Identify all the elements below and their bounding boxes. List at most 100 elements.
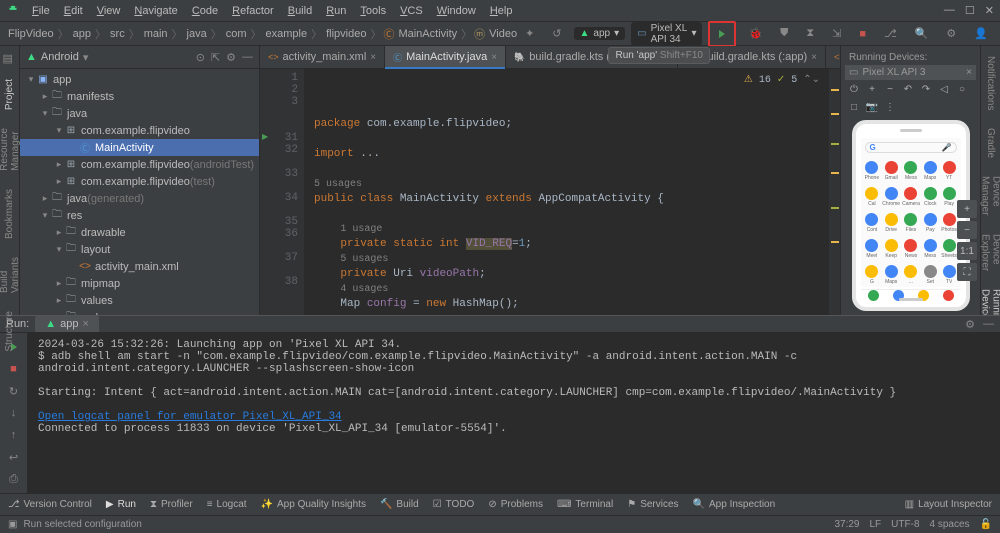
menu-refactor[interactable]: Refactor bbox=[226, 3, 280, 19]
tree-item-java[interactable]: ▾🗀java bbox=[20, 105, 259, 122]
tool-services[interactable]: ⚑ Services bbox=[627, 499, 678, 510]
breadcrumb-item[interactable]: MainActivity bbox=[396, 28, 459, 40]
app-icon[interactable]: Cal bbox=[864, 185, 881, 209]
status-indicator-icon[interactable]: ▣ bbox=[8, 519, 17, 530]
app-grid[interactable]: PhoneGmailMessMapsYTCalChromeCameraClock… bbox=[861, 157, 961, 289]
tool-run[interactable]: ▶ Run bbox=[106, 499, 136, 510]
chevron-right-icon[interactable]: ▸ bbox=[40, 193, 50, 204]
app-icon[interactable]: Set bbox=[922, 263, 939, 287]
app-icon[interactable]: Mess bbox=[922, 237, 939, 261]
project-tool-button[interactable]: Project bbox=[4, 75, 15, 114]
app-icon[interactable]: ... bbox=[902, 263, 920, 287]
volume-down-icon[interactable]: − bbox=[883, 82, 897, 96]
error-stripe[interactable] bbox=[828, 69, 840, 315]
menu-run[interactable]: Run bbox=[320, 3, 352, 19]
structure-tool-button[interactable]: Structure bbox=[4, 307, 15, 356]
chevron-right-icon[interactable]: ▸ bbox=[54, 159, 64, 170]
device-select[interactable]: ▭ Pixel XL API 34 ▾ bbox=[631, 22, 702, 46]
run-button[interactable] bbox=[713, 25, 731, 43]
editor-tab[interactable]: <>activity_main.xml× bbox=[260, 46, 385, 68]
breadcrumb-item[interactable]: main bbox=[142, 28, 170, 40]
app-icon[interactable]: Sheets bbox=[941, 237, 958, 261]
editor-tab[interactable]: ⒸMainActivity.java× bbox=[385, 46, 506, 68]
git-branch-icon[interactable]: ⎇ bbox=[878, 25, 903, 43]
zoom-in-button[interactable]: + bbox=[957, 200, 977, 218]
menu-build[interactable]: Build bbox=[282, 3, 318, 19]
up-icon[interactable]: ↑ bbox=[6, 427, 22, 443]
gear-icon[interactable]: ⚙ bbox=[226, 51, 236, 64]
close-icon[interactable]: × bbox=[811, 52, 817, 63]
tree-item-java[interactable]: ▸🗀java (generated) bbox=[20, 190, 259, 207]
stop-button[interactable]: ■ bbox=[853, 25, 872, 43]
breadcrumb-item[interactable]: flipvideo bbox=[324, 28, 368, 40]
tool-app-quality-insights[interactable]: ✨ App Quality Insights bbox=[261, 499, 366, 510]
profile-button[interactable]: ⧗ bbox=[800, 25, 820, 43]
tool-todo[interactable]: ☑ TODO bbox=[433, 499, 475, 510]
bookmarks-tool-button[interactable]: Bookmarks bbox=[4, 185, 15, 243]
avatar-icon[interactable]: 👤 bbox=[968, 25, 994, 43]
app-icon[interactable]: Maps bbox=[922, 159, 939, 183]
tool-problems[interactable]: ⊘ Problems bbox=[488, 499, 543, 510]
app-icon[interactable]: Keep bbox=[882, 237, 900, 261]
tree-item-mipmap[interactable]: ▸🗀mipmap bbox=[20, 275, 259, 292]
more-icon[interactable]: ⋮ bbox=[883, 100, 897, 114]
menu-edit[interactable]: Edit bbox=[58, 3, 89, 19]
tool-app-inspection[interactable]: 🔍 App Inspection bbox=[693, 499, 776, 510]
menu-tools[interactable]: Tools bbox=[354, 3, 392, 19]
status-item[interactable]: 4 spaces bbox=[930, 519, 970, 530]
chevron-down-icon[interactable]: ▾ bbox=[26, 74, 36, 85]
app-icon[interactable]: Cont bbox=[864, 211, 881, 235]
tree-item-values[interactable]: ▸🗀values bbox=[20, 292, 259, 309]
maximize-icon[interactable]: ☐ bbox=[965, 4, 975, 17]
app-icon[interactable]: Pay bbox=[922, 211, 939, 235]
run-config-select[interactable]: ▲ app ▾ bbox=[574, 27, 626, 40]
chevron-right-icon[interactable]: ▸ bbox=[40, 91, 50, 102]
menu-view[interactable]: View bbox=[91, 3, 127, 19]
app-icon[interactable]: Drive bbox=[882, 211, 900, 235]
app-icon[interactable]: Chrome bbox=[882, 185, 900, 209]
chevron-down-icon[interactable]: ▾ bbox=[83, 51, 89, 64]
tool-terminal[interactable]: ⌨ Terminal bbox=[557, 499, 613, 510]
menu-navigate[interactable]: Navigate bbox=[128, 3, 183, 19]
stop-button[interactable]: ■ bbox=[6, 361, 22, 377]
compass-icon[interactable]: ✦ bbox=[519, 25, 540, 43]
project-tree[interactable]: ▾▣app▸🗀manifests▾🗀java▾⊞com.example.flip… bbox=[20, 69, 259, 315]
hide-icon[interactable]: — bbox=[983, 318, 994, 331]
volume-up-icon[interactable]: + bbox=[865, 82, 879, 96]
restart-button[interactable]: ↻ bbox=[6, 383, 22, 399]
chevron-right-icon[interactable]: ▸ bbox=[54, 278, 64, 289]
run-tab[interactable]: ▲ app × bbox=[35, 316, 99, 332]
chevron-right-icon[interactable]: ▸ bbox=[54, 295, 64, 306]
tree-item-manifests[interactable]: ▸🗀manifests bbox=[20, 88, 259, 105]
app-icon[interactable]: G bbox=[864, 263, 881, 287]
breadcrumb-item[interactable]: java bbox=[185, 28, 209, 40]
chevron-down-icon[interactable]: ▾ bbox=[40, 108, 50, 119]
chevron-right-icon[interactable]: ▸ bbox=[54, 176, 64, 187]
app-icon[interactable]: News bbox=[902, 237, 920, 261]
print-icon[interactable]: ⎙ bbox=[6, 471, 22, 487]
tool-build[interactable]: 🔨 Build bbox=[380, 499, 419, 510]
app-icon[interactable]: Meet bbox=[864, 237, 881, 261]
app-icon[interactable]: Gmail bbox=[882, 159, 900, 183]
tree-item-app[interactable]: ▾▣app bbox=[20, 71, 259, 88]
app-icon[interactable]: Mess bbox=[902, 159, 920, 183]
chevron-down-icon[interactable]: ▾ bbox=[54, 244, 64, 255]
zoom-actual-button[interactable]: ⛶ bbox=[957, 263, 977, 281]
open-logcat-link[interactable]: Open logcat panel for emulator Pixel_XL_… bbox=[38, 411, 990, 423]
app-icon[interactable]: Photos bbox=[941, 211, 958, 235]
hide-icon[interactable]: — bbox=[242, 51, 253, 64]
attach-debugger-button[interactable]: ⇲ bbox=[826, 25, 847, 43]
editor-gutter[interactable]: 1 2 3 ▶31 32 33 34 35 36 37 38 bbox=[260, 69, 304, 315]
run-output[interactable]: 2024-03-26 15:32:26: Launching app on 'P… bbox=[28, 333, 1000, 509]
tree-item-com-example-flipvideo[interactable]: ▸⊞com.example.flipvideo (test) bbox=[20, 173, 259, 190]
app-icon[interactable]: TV bbox=[941, 263, 958, 287]
rotate-right-icon[interactable]: ↷ bbox=[919, 82, 933, 96]
notifications-tool-button[interactable]: Notifications bbox=[985, 52, 996, 114]
google-search-bar[interactable]: G 🎤 bbox=[865, 142, 957, 153]
app-icon[interactable]: Play bbox=[941, 185, 958, 209]
gear-icon[interactable]: ⚙ bbox=[965, 318, 975, 331]
tree-item-drawable[interactable]: ▸🗀drawable bbox=[20, 224, 259, 241]
app-icon[interactable]: Clock bbox=[922, 185, 939, 209]
rotate-left-icon[interactable]: ↶ bbox=[901, 82, 915, 96]
project-view-label[interactable]: Android bbox=[41, 51, 79, 63]
